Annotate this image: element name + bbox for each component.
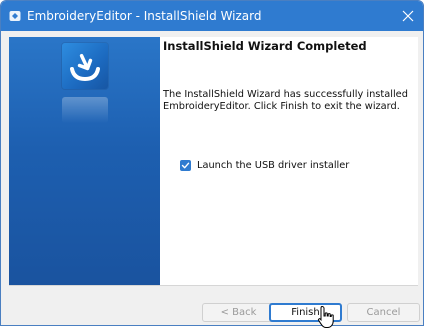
launch-usb-driver-checkbox[interactable] <box>180 160 191 171</box>
close-button[interactable] <box>399 7 417 25</box>
title-bar[interactable]: EmbroideryEditor - InstallShield Wizard <box>1 1 423 31</box>
wizard-content-panel: InstallShield Wizard Completed The Insta… <box>160 37 418 285</box>
close-icon <box>402 10 414 22</box>
installshield-logo-icon <box>62 43 108 89</box>
completion-message: The InstallShield Wizard has successfull… <box>163 89 408 112</box>
mouse-cursor-icon <box>317 305 334 328</box>
checkmark-icon <box>181 162 190 169</box>
logo-reflection <box>62 97 108 123</box>
wizard-sidebar <box>9 37 160 285</box>
window-title: EmbroideryEditor - InstallShield Wizard <box>27 9 262 23</box>
footer-divider <box>9 285 418 286</box>
page-title: InstallShield Wizard Completed <box>163 39 367 53</box>
checkbox-label: Launch the USB driver installer <box>197 160 350 171</box>
launch-usb-driver-option[interactable]: Launch the USB driver installer <box>180 160 349 171</box>
app-icon <box>9 10 21 22</box>
back-button[interactable]: < Back <box>202 303 275 322</box>
installer-window: EmbroideryEditor - InstallShield Wizard … <box>0 0 424 326</box>
cancel-button[interactable]: Cancel <box>347 303 420 322</box>
